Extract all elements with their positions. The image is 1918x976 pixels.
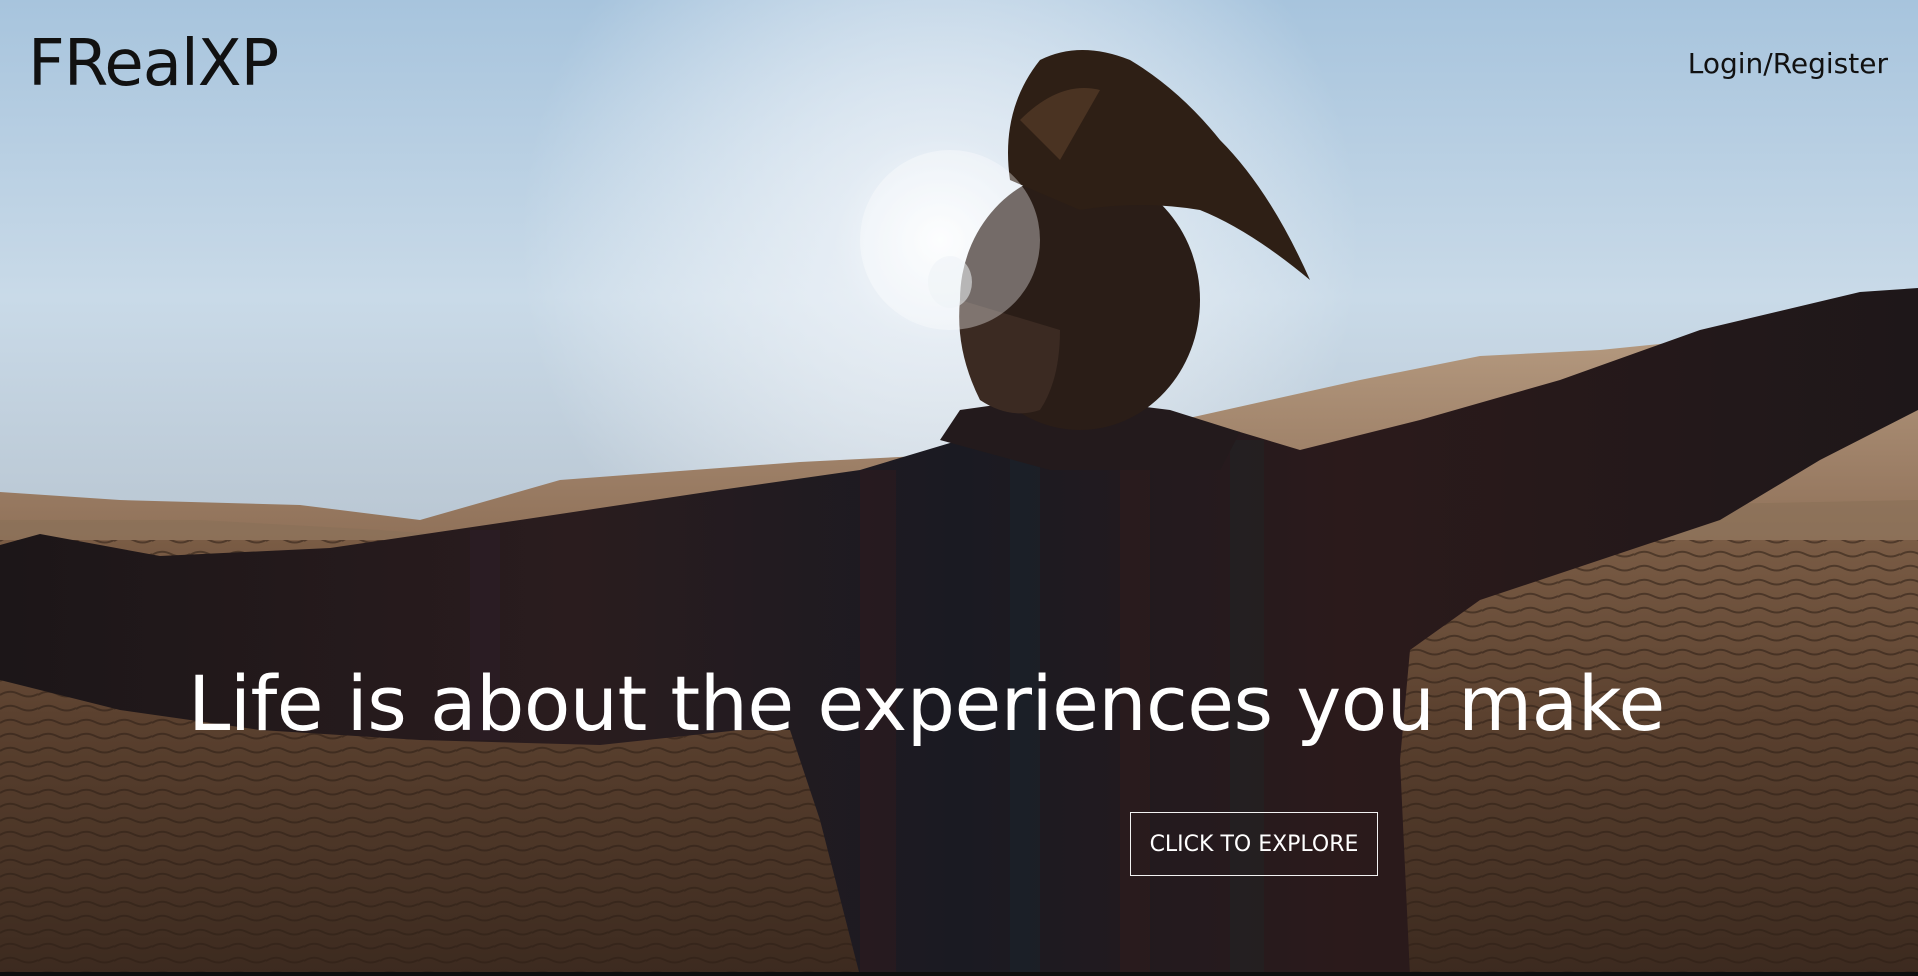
explore-button[interactable]: CLICK TO EXPLORE: [1130, 812, 1378, 876]
bottom-divider: [0, 972, 1918, 976]
hero-headline: Life is about the experiences you make: [188, 659, 1665, 748]
hero-section: FRealXP Login/Register Life is about the…: [0, 0, 1918, 976]
brand-logo[interactable]: FRealXP: [28, 26, 279, 102]
login-register-link[interactable]: Login/Register: [1688, 46, 1888, 82]
hero-background-photo: [0, 0, 1918, 976]
